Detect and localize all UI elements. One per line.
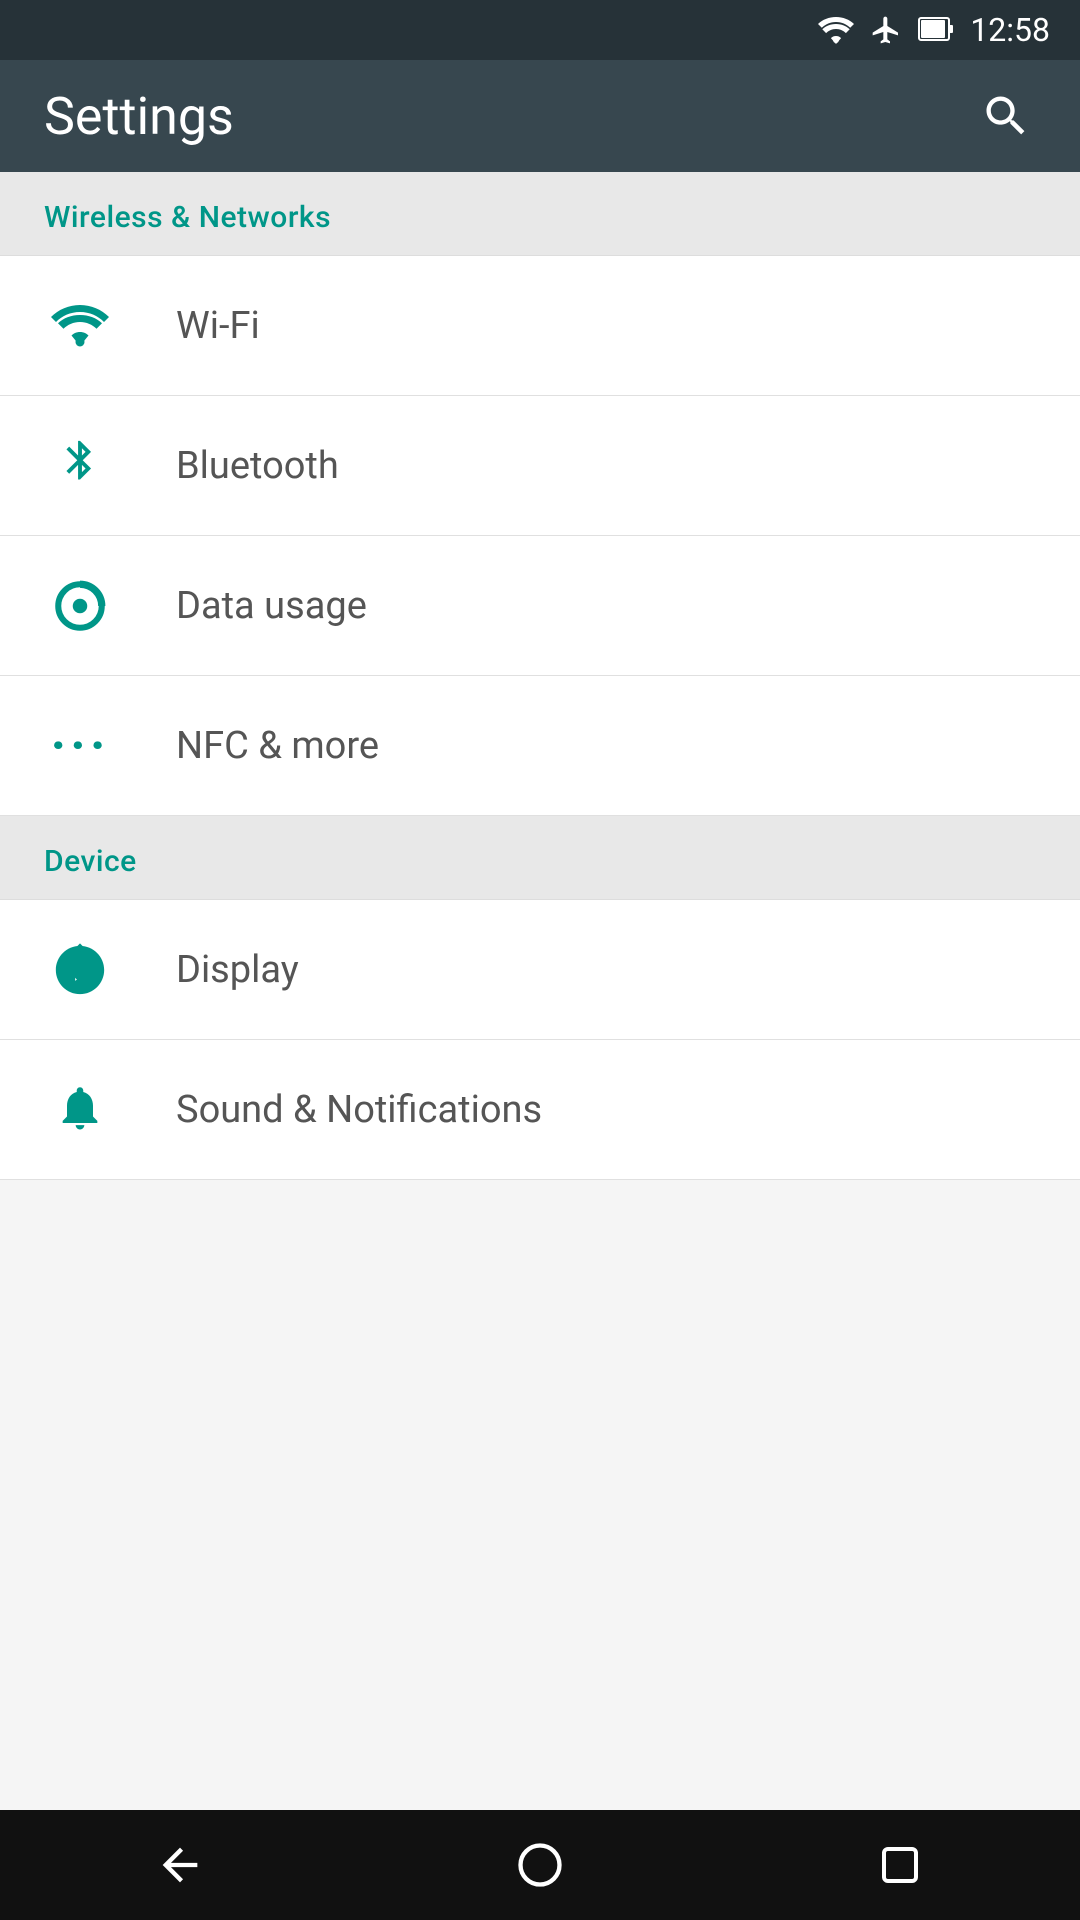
section-header-device: Device bbox=[0, 816, 1080, 900]
section-header-wireless: Wireless & Networks bbox=[0, 172, 1080, 256]
bluetooth-label: Bluetooth bbox=[176, 444, 339, 488]
nfc-label: NFC & more bbox=[176, 724, 379, 768]
wifi-icon bbox=[44, 290, 116, 362]
status-bar: 12:58 bbox=[0, 0, 1080, 60]
wifi-label: Wi-Fi bbox=[176, 304, 260, 348]
app-bar: Settings bbox=[0, 60, 1080, 172]
content-area: Wireless & Networks Wi-Fi Bluetooth bbox=[0, 172, 1080, 1920]
home-button[interactable] bbox=[500, 1825, 580, 1905]
settings-item-nfc[interactable]: ··· NFC & more bbox=[0, 676, 1080, 816]
sound-label: Sound & Notifications bbox=[176, 1088, 542, 1132]
page-title: Settings bbox=[44, 86, 234, 147]
status-time: 12:58 bbox=[970, 11, 1050, 49]
device-settings-list: Display Sound & Notifications bbox=[0, 900, 1080, 1180]
home-icon bbox=[514, 1839, 566, 1891]
settings-item-bluetooth[interactable]: Bluetooth bbox=[0, 396, 1080, 536]
status-icons: 12:58 bbox=[818, 11, 1050, 49]
settings-item-data-usage[interactable]: Data usage bbox=[0, 536, 1080, 676]
sound-notifications-icon bbox=[44, 1074, 116, 1146]
search-icon bbox=[980, 90, 1032, 142]
display-label: Display bbox=[176, 948, 299, 992]
recents-button[interactable] bbox=[860, 1825, 940, 1905]
settings-item-display[interactable]: Display bbox=[0, 900, 1080, 1040]
search-button[interactable] bbox=[976, 86, 1036, 146]
section-label-wireless: Wireless & Networks bbox=[44, 200, 331, 235]
display-icon bbox=[44, 934, 116, 1006]
back-button[interactable] bbox=[140, 1825, 220, 1905]
section-label-device: Device bbox=[44, 844, 137, 879]
back-icon bbox=[154, 1839, 206, 1891]
battery-status-icon bbox=[918, 15, 954, 45]
settings-item-wifi[interactable]: Wi-Fi bbox=[0, 256, 1080, 396]
nav-bar bbox=[0, 1810, 1080, 1920]
settings-item-sound[interactable]: Sound & Notifications bbox=[0, 1040, 1080, 1180]
airplane-status-icon bbox=[870, 14, 902, 46]
nfc-more-icon: ··· bbox=[44, 710, 116, 782]
data-usage-label: Data usage bbox=[176, 584, 367, 628]
bluetooth-icon bbox=[44, 430, 116, 502]
recents-icon bbox=[876, 1841, 924, 1889]
data-usage-icon bbox=[44, 570, 116, 642]
wireless-settings-list: Wi-Fi Bluetooth Data usage bbox=[0, 256, 1080, 816]
wifi-status-icon bbox=[818, 16, 854, 44]
